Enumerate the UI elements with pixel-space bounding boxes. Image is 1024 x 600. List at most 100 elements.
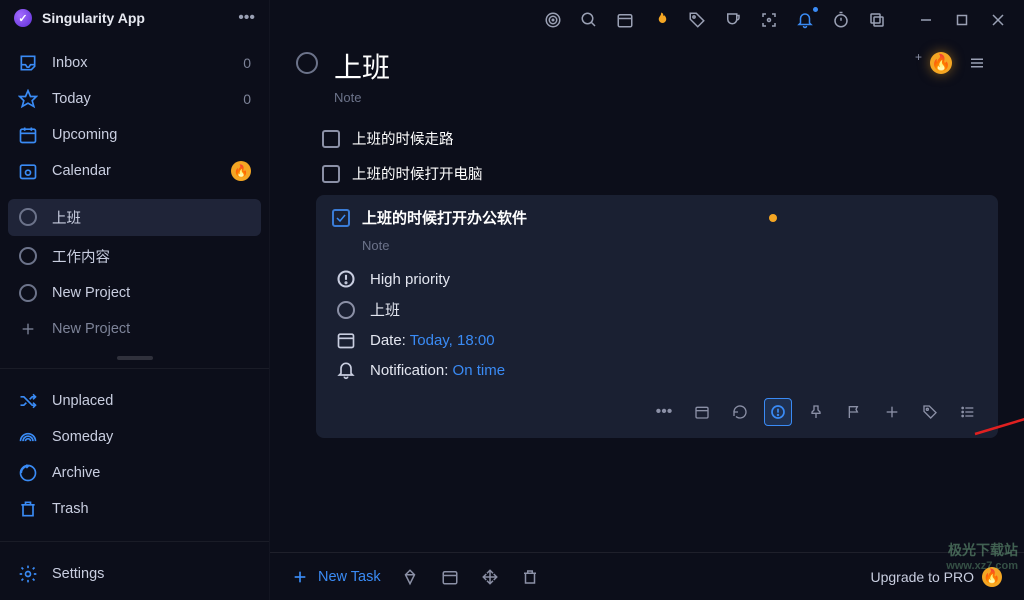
app-logo-icon: ✓ (14, 9, 32, 27)
circle-icon (18, 283, 38, 303)
sidebar-project-item[interactable]: 上班 (8, 199, 261, 236)
bell-icon[interactable] (794, 9, 816, 31)
sidebar-item-label: 上班 (52, 207, 251, 228)
add-fire-icon[interactable]: + (915, 50, 922, 64)
task-text: 上班的时候走路 (352, 128, 454, 149)
pin-icon[interactable] (802, 398, 830, 426)
search-icon[interactable] (578, 9, 600, 31)
window-close-button[interactable] (992, 14, 1004, 26)
sidebar-item-calendar[interactable]: Calendar 🔥 (0, 153, 269, 189)
sidebar-new-project[interactable]: New Project (0, 311, 269, 347)
sidebar-item-inbox[interactable]: Inbox 0 (0, 45, 269, 81)
task-prop-date[interactable]: Date: Today, 18:00 (336, 330, 982, 350)
plus-tool-icon[interactable] (878, 398, 906, 426)
sidebar-resize-handle[interactable] (0, 355, 269, 362)
gear-icon (18, 564, 38, 584)
top-toolbar (270, 0, 1024, 40)
project-status-circle-icon[interactable] (296, 52, 318, 74)
calendar-toolbar-icon[interactable] (614, 9, 636, 31)
circle-icon (18, 246, 38, 266)
date-value[interactable]: Today, 18:00 (410, 332, 495, 349)
sidebar-item-label: Inbox (52, 55, 229, 71)
plus-icon (18, 319, 38, 339)
list-tool-icon[interactable] (954, 398, 982, 426)
tag-tool-icon[interactable] (916, 398, 944, 426)
copy-icon[interactable] (866, 9, 888, 31)
fire-badge-icon: 🔥 (231, 161, 251, 181)
main-header: 上班 Note + 🔥 (270, 40, 1024, 115)
sidebar-item-trash[interactable]: Trash (0, 491, 269, 527)
repeat-icon[interactable] (726, 398, 754, 426)
sidebar-more-icon[interactable]: ••• (238, 9, 255, 27)
sidebar-project-item[interactable]: 工作内容 (0, 238, 269, 275)
prop-label: Notification: On time (370, 362, 505, 379)
prop-value: High priority (370, 271, 450, 288)
sidebar-item-label: New Project (52, 285, 251, 301)
sidebar-item-label: Settings (52, 566, 251, 582)
sidebar-item-label: Upcoming (52, 127, 251, 143)
date-icon (336, 330, 356, 350)
flag-icon[interactable] (840, 398, 868, 426)
priority-dot-icon (769, 214, 777, 222)
fire-toolbar-icon[interactable] (650, 9, 672, 31)
task-toolbar: ••• (332, 398, 982, 426)
task-prop-priority[interactable]: High priority (336, 269, 982, 289)
fire-icon[interactable]: 🔥 (930, 52, 952, 74)
date-tool-icon[interactable] (688, 398, 716, 426)
trash-tool-icon[interactable] (519, 566, 541, 588)
menu-lines-icon[interactable] (966, 52, 988, 74)
sidebar-item-label: Today (52, 91, 229, 107)
task-note-placeholder[interactable]: Note (362, 238, 982, 253)
sidebar-item-label: Archive (52, 465, 251, 481)
move-icon[interactable] (479, 566, 501, 588)
archive-icon (18, 463, 38, 483)
checkbox-icon[interactable] (322, 130, 340, 148)
cup-icon[interactable] (722, 9, 744, 31)
circle-icon (336, 300, 356, 320)
task-row[interactable]: 上班的时候走路 (316, 121, 1004, 156)
sidebar-item-someday[interactable]: Someday (0, 419, 269, 455)
trash-icon (18, 499, 38, 519)
sidebar-item-label: Trash (52, 501, 251, 517)
diamond-icon[interactable] (399, 566, 421, 588)
task-text: 上班的时候打开电脑 (352, 163, 483, 184)
sidebar-item-upcoming[interactable]: Upcoming (0, 117, 269, 153)
priority-tool-icon[interactable] (764, 398, 792, 426)
circle-icon (18, 207, 38, 227)
task-expanded-card: 上班的时候打开办公软件 Note High priority 上班 (316, 195, 998, 438)
sidebar-item-archive[interactable]: Archive (0, 455, 269, 491)
upcoming-icon (18, 125, 38, 145)
new-task-button[interactable]: New Task (292, 569, 381, 585)
sidebar-item-today[interactable]: Today 0 (0, 81, 269, 117)
stopwatch-icon[interactable] (830, 9, 852, 31)
tag-toolbar-icon[interactable] (686, 9, 708, 31)
task-prop-notification[interactable]: Notification: On time (336, 360, 982, 380)
focus-icon[interactable] (758, 9, 780, 31)
main-panel: 上班 Note + 🔥 上班的时候走路 上班的时候打开电脑 (270, 0, 1024, 600)
task-text[interactable]: 上班的时候打开办公软件 (362, 207, 527, 228)
more-icon[interactable]: ••• (650, 398, 678, 426)
window-minimize-button[interactable] (920, 14, 932, 26)
sidebar-item-label: 工作内容 (52, 246, 251, 267)
page-note-label[interactable]: Note (334, 90, 390, 105)
sidebar: ✓ Singularity App ••• Inbox 0 Today 0 (0, 0, 270, 600)
sidebar-item-settings[interactable]: Settings (0, 556, 269, 592)
prop-value: 上班 (370, 299, 400, 320)
page-title: 上班 (334, 46, 390, 86)
target-icon[interactable] (542, 9, 564, 31)
priority-icon (336, 269, 356, 289)
window-maximize-button[interactable] (956, 14, 968, 26)
bell-icon (336, 360, 356, 380)
notif-value[interactable]: On time (453, 362, 506, 379)
checkbox-icon[interactable] (322, 165, 340, 183)
checkbox-checked-icon[interactable] (332, 209, 350, 227)
task-row[interactable]: 上班的时候打开电脑 (316, 156, 1004, 191)
sidebar-item-unplaced[interactable]: Unplaced (0, 383, 269, 419)
task-prop-project[interactable]: 上班 (336, 299, 982, 320)
upgrade-button[interactable]: Upgrade to PRO 🔥 (871, 567, 1003, 587)
sidebar-project-item[interactable]: New Project (0, 275, 269, 311)
schedule-icon[interactable] (439, 566, 461, 588)
sidebar-header: ✓ Singularity App ••• (0, 0, 269, 37)
bottom-toolbar: New Task Upgrade to PRO 🔥 (270, 552, 1024, 600)
shuffle-icon (18, 391, 38, 411)
